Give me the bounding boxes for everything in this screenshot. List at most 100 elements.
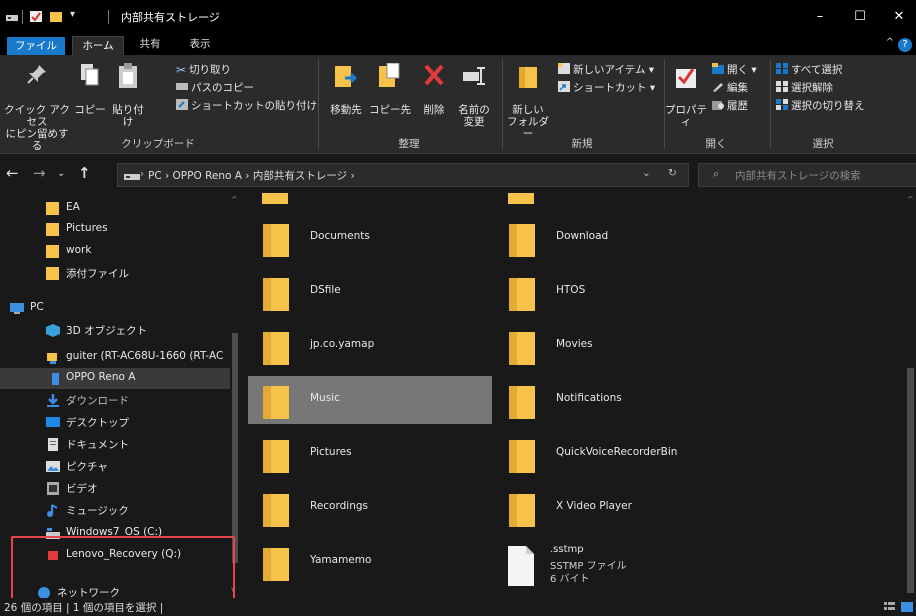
search-box[interactable]: ⌕ 内部共有ストレージの検索 — [698, 163, 916, 187]
rename-button[interactable]: 名前の 変更 — [454, 63, 494, 128]
tab-home[interactable]: ホーム — [72, 36, 124, 56]
file-name: DSfile — [310, 284, 341, 296]
folder-item-movies[interactable]: Movies — [494, 322, 738, 370]
nav-item-pictures[interactable]: Pictures — [0, 219, 230, 240]
folder-icon — [263, 494, 289, 527]
nav-item-label: 3D オブジェクト — [66, 325, 148, 337]
nav-item-music[interactable]: ミュージック — [0, 500, 230, 521]
paste-shortcut-icon — [176, 99, 188, 110]
folder-item-music[interactable]: Music — [248, 376, 492, 424]
folder-item-x-video-player[interactable]: X Video Player — [494, 484, 738, 532]
maximize-button[interactable]: ☐ — [843, 0, 877, 33]
address-dropdown-icon[interactable]: ⌄ — [642, 167, 651, 179]
folder-item-quickvoicerecorderbin[interactable]: QuickVoiceRecorderBin — [494, 430, 738, 478]
properties-button[interactable]: プロパティ — [664, 63, 708, 128]
history-icon — [712, 101, 724, 110]
invert-selection-button[interactable]: 選択の切り替え — [776, 98, 865, 114]
nav-item-work[interactable]: work — [0, 241, 230, 262]
recent-locations-dropdown-icon[interactable]: ⌄ — [57, 168, 65, 179]
open-button[interactable]: 開く ▾ — [712, 62, 757, 78]
nav-item-attachments[interactable]: 添付ファイル — [0, 263, 230, 284]
shortcut-button[interactable]: ショートカット ▾ — [558, 80, 655, 96]
folder-icon — [263, 332, 289, 365]
file-name: jp.co.yamap — [310, 338, 375, 350]
folder-item-recordings[interactable]: Recordings — [248, 484, 492, 532]
select-none-button[interactable]: 選択解除 — [776, 80, 833, 96]
refresh-icon[interactable]: ↻ — [668, 167, 677, 179]
select-all-icon — [776, 63, 788, 74]
nav-item-downloads[interactable]: ダウンロード — [0, 390, 230, 411]
paste-button[interactable]: 貼り付け — [108, 63, 148, 128]
history-button[interactable]: 履歴 — [712, 98, 748, 114]
nav-item-pc[interactable]: PC — [0, 298, 230, 319]
details-view-icon[interactable] — [884, 602, 895, 612]
properties-quick-icon[interactable] — [30, 11, 42, 22]
new-item-label: 新しいアイテム ▾ — [573, 64, 655, 76]
new-folder-button[interactable]: 新しい フォルダー — [506, 63, 550, 140]
file-item-sstmp[interactable]: .sstmp SSTMP ファイル 6 バイト — [494, 538, 738, 594]
nav-item-guiter[interactable]: guiter (RT-AC68U-1660 (RT-AC — [0, 347, 230, 368]
tab-share[interactable]: 共有 — [128, 33, 172, 55]
folder-icon — [509, 224, 535, 257]
cut-button[interactable]: ✂ 切り取り — [176, 62, 231, 78]
folder-item-dsfile[interactable]: DSfile — [248, 268, 492, 316]
folder-item-notifications[interactable]: Notifications — [494, 376, 738, 424]
delete-button[interactable]: 削除 — [414, 63, 454, 116]
new-item-button[interactable]: 新しいアイテム ▾ — [558, 62, 654, 78]
large-icons-view-icon[interactable] — [901, 602, 913, 612]
paste-shortcut-button[interactable]: ショートカットの貼り付け — [176, 98, 317, 114]
close-button[interactable]: ✕ — [882, 0, 916, 33]
folder-item-download[interactable]: Download — [494, 214, 738, 262]
copy-path-button[interactable]: パスのコピー — [176, 80, 254, 96]
folder-icon — [263, 386, 289, 419]
nav-item-videos[interactable]: ビデオ — [0, 478, 230, 499]
file-name: QuickVoiceRecorderBin — [556, 446, 678, 458]
nav-item-pictures-lib[interactable]: ピクチャ — [0, 456, 230, 477]
qat-dropdown-icon[interactable]: ▾ — [70, 9, 75, 20]
select-all-button[interactable]: すべて選択 — [776, 62, 842, 78]
search-placeholder: 内部共有ストレージの検索 — [735, 170, 861, 182]
folder-item-pictures[interactable]: Pictures — [248, 430, 492, 478]
folder-item-documents[interactable]: Documents — [248, 214, 492, 262]
ribbon-tabs: ファイル ホーム 共有 表示 ^ ? — [0, 33, 916, 56]
nav-item-3d-objects[interactable]: 3D オブジェクト — [0, 320, 230, 341]
scroll-up-icon[interactable]: ^ — [231, 195, 238, 204]
nav-item-label: ビデオ — [66, 483, 98, 495]
tab-view[interactable]: 表示 — [178, 33, 222, 55]
file-name: Download — [556, 230, 609, 242]
nav-item-desktop[interactable]: デスクトップ — [0, 412, 230, 433]
group-open-label: 開く — [705, 138, 727, 150]
move-to-button[interactable]: 移動先 — [324, 63, 368, 116]
back-arrow-icon[interactable]: ← — [6, 164, 19, 182]
nav-scrollbar-thumb[interactable] — [232, 333, 238, 563]
file-list: Documents DSfile jp.co.yamap Music Pictu… — [242, 193, 916, 598]
folder-icon — [509, 440, 535, 473]
address-bar[interactable]: › PC › OPPO Reno A › 内部共有ストレージ › ⌄ ↻ — [117, 163, 689, 187]
minimize-button[interactable]: – — [803, 0, 837, 33]
nav-item-oppo-reno-a[interactable]: OPPO Reno A — [0, 368, 230, 389]
edit-button[interactable]: 編集 — [712, 80, 748, 96]
copy-to-button[interactable]: コピー先 — [368, 62, 412, 116]
chevron-up-icon[interactable]: ^ — [886, 37, 894, 48]
new-folder-label-1: 新しい — [512, 104, 544, 116]
search-icon: ⌕ — [713, 167, 720, 180]
desktop-icon — [46, 417, 60, 427]
scissors-icon: ✂ — [176, 63, 187, 77]
folder-item-jp-co-yamap[interactable]: jp.co.yamap — [248, 322, 492, 370]
help-icon[interactable]: ? — [898, 38, 912, 52]
nav-item-documents[interactable]: ドキュメント — [0, 434, 230, 455]
new-folder-quick-icon[interactable] — [50, 11, 62, 22]
content-scrollbar[interactable]: ^ — [905, 193, 916, 598]
scroll-up-icon[interactable]: ^ — [907, 195, 914, 204]
copy-button[interactable]: コピー — [72, 63, 108, 116]
shortcut-icon — [558, 81, 570, 92]
folder-item-yamamemo[interactable]: Yamamemo — [248, 538, 492, 586]
content-scrollbar-thumb[interactable] — [907, 368, 914, 593]
forward-arrow-icon[interactable]: → — [33, 164, 46, 182]
up-arrow-icon[interactable]: ↑ — [78, 164, 91, 182]
tab-file[interactable]: ファイル — [7, 37, 65, 55]
nav-item-ea[interactable]: EA — [0, 198, 230, 219]
folder-item-htos[interactable]: HTOS — [494, 268, 738, 316]
folder-icon — [263, 440, 289, 473]
folder-icon — [508, 193, 534, 204]
